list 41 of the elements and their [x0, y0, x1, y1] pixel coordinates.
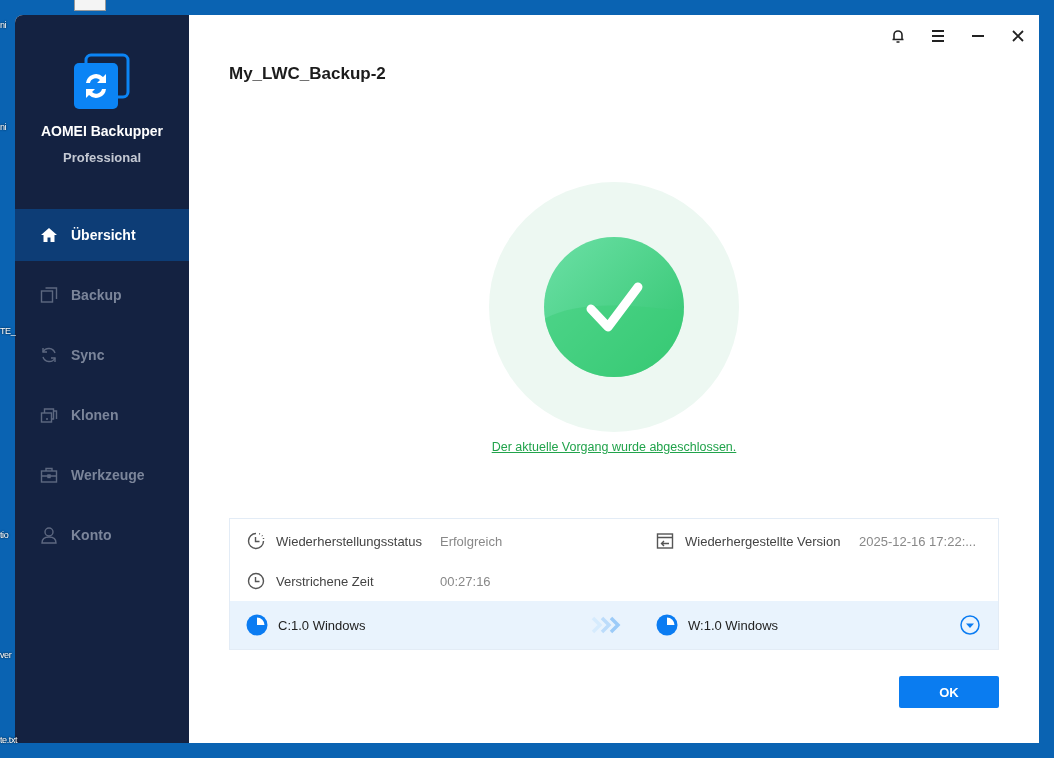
nav-item[interactable]: Sync — [15, 329, 189, 381]
detail-label: Verstrichene Zeit — [276, 573, 375, 589]
desktop-label[interactable]: ver — [0, 650, 12, 660]
app-logo-icon — [72, 53, 132, 111]
nav-item[interactable]: Werkzeuge — [15, 449, 189, 501]
desktop-label[interactable]: ni — [0, 122, 7, 132]
desktop-label[interactable]: te.txt — [0, 735, 18, 745]
nav-item[interactable]: Konto — [15, 509, 189, 561]
source-disk: C:1.0 Windows — [278, 617, 367, 633]
chevrons-icon — [590, 616, 622, 634]
target-disk: W:1.0 Windows — [688, 617, 780, 633]
desktop-label[interactable]: tio — [0, 530, 9, 540]
task-title: My_LWC_Backup-2 — [229, 64, 387, 84]
copy-icon — [39, 285, 59, 305]
toolbox-icon — [39, 465, 59, 485]
document-icon[interactable] — [74, 0, 106, 11]
nav-item[interactable]: Klonen — [15, 389, 189, 441]
desktop-label[interactable]: TE_ — [0, 326, 16, 336]
status-link[interactable]: Der aktuelle Vorgang wurde abgeschlossen. — [491, 440, 737, 454]
drives-icon — [39, 405, 59, 425]
restore-icon — [655, 531, 675, 551]
history-icon — [246, 531, 266, 551]
pie-icon — [656, 614, 678, 636]
ok-button[interactable]: OK — [899, 676, 999, 708]
nav-item[interactable]: Übersicht — [15, 209, 189, 261]
success-check-icon — [489, 182, 739, 432]
nav-item[interactable]: Backup — [15, 269, 189, 321]
user-icon — [39, 525, 59, 545]
dropdown-icon[interactable] — [960, 615, 980, 635]
app-edition: Professional — [63, 150, 141, 165]
detail-value: 2025-12-16 17:22:... — [859, 533, 977, 549]
sync-icon — [39, 345, 59, 365]
home-icon — [39, 225, 59, 245]
app-name: AOMEI Backupper — [40, 123, 164, 139]
detail-label: Wiederhergestellte Version — [685, 533, 842, 549]
pie-icon — [246, 614, 268, 636]
desktop-label[interactable]: ni — [0, 20, 7, 30]
detail-value: Erfolgreich — [440, 533, 503, 549]
detail-value: 00:27:16 — [440, 573, 491, 589]
clock-icon — [246, 571, 266, 591]
detail-label: Wiederherstellungsstatus — [276, 533, 423, 549]
